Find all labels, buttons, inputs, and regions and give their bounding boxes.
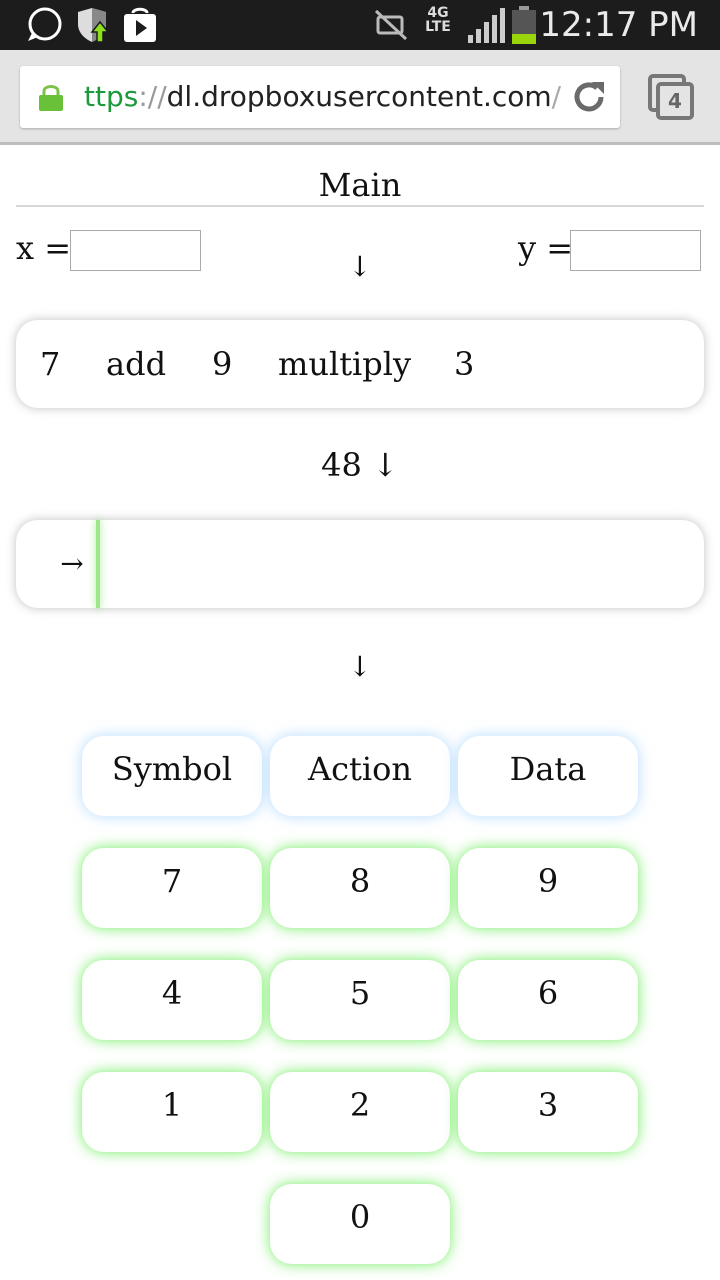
- digit-9-button[interactable]: 9: [458, 848, 638, 928]
- tab-count: 4: [668, 89, 682, 113]
- digit-6-button[interactable]: 6: [458, 960, 638, 1040]
- digit-3-button[interactable]: 3: [458, 1072, 638, 1152]
- lock-icon: [38, 83, 64, 111]
- chat-bubble-icon: [26, 7, 64, 43]
- down-arrow-1: ↓: [348, 250, 372, 283]
- symbol-button[interactable]: Symbol: [82, 736, 262, 816]
- digit-8-button[interactable]: 8: [270, 848, 450, 928]
- digit-1-button[interactable]: 1: [82, 1072, 262, 1152]
- browser-toolbar: ttps://dl.dropboxusercontent.com/u 4: [0, 50, 720, 145]
- url-text[interactable]: ttps://dl.dropboxusercontent.com/u: [84, 66, 562, 128]
- digit-7-button[interactable]: 7: [82, 848, 262, 928]
- mute-icon: [372, 7, 410, 43]
- expression-token[interactable]: 9: [212, 320, 232, 408]
- expression-token[interactable]: add: [106, 320, 166, 408]
- signal-icon: [466, 7, 506, 43]
- status-time: 12:17 PM: [539, 5, 698, 45]
- digit-4-button[interactable]: 4: [82, 960, 262, 1040]
- url-separator: ://: [138, 80, 167, 113]
- tab-switcher-button[interactable]: 4: [648, 74, 696, 122]
- url-scheme: ttps: [84, 80, 139, 113]
- url-bar[interactable]: ttps://dl.dropboxusercontent.com/u: [20, 66, 620, 128]
- url-host: dl.dropboxusercontent.com: [166, 80, 552, 113]
- result-value: 48 ↓: [321, 446, 399, 484]
- action-button[interactable]: Action: [270, 736, 450, 816]
- expression-token[interactable]: 7: [40, 320, 60, 408]
- down-arrow-2: ↓: [348, 650, 372, 683]
- battery-icon: [510, 6, 538, 44]
- data-button[interactable]: Data: [458, 736, 638, 816]
- digit-2-button[interactable]: 2: [270, 1072, 450, 1152]
- reload-icon[interactable]: [570, 78, 608, 116]
- status-bar: 4G LTE 12:17 PM: [0, 0, 720, 50]
- url-tail: /u: [551, 80, 562, 113]
- expression-token[interactable]: multiply: [278, 320, 411, 408]
- lte-icon: 4G LTE: [425, 5, 451, 35]
- input-arrow: →: [60, 547, 84, 580]
- page-title: Main: [16, 160, 704, 207]
- input-cursor: [96, 520, 100, 608]
- digit-0-button[interactable]: 0: [270, 1184, 450, 1264]
- shield-update-icon: [74, 7, 112, 43]
- expression-card[interactable]: 7 add 9 multiply 3: [16, 320, 704, 408]
- input-card[interactable]: →: [16, 520, 704, 608]
- expression-token[interactable]: 3: [454, 320, 474, 408]
- play-store-icon: [122, 7, 158, 43]
- digit-5-button[interactable]: 5: [270, 960, 450, 1040]
